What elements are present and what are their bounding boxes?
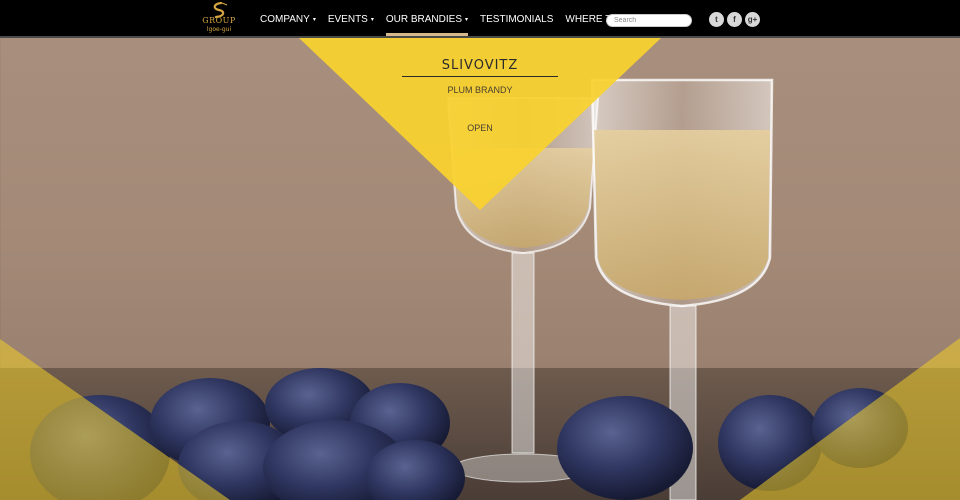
logo-wordmark: GROUP (202, 16, 236, 25)
google-plus-icon[interactable]: g+ (745, 12, 760, 27)
top-navbar: GROUP lgoe-gui COMPANY ▾ EVENTS ▾ OUR BRAN… (0, 0, 960, 38)
product-title: SLIVOVITZ (402, 58, 558, 77)
open-product-link[interactable]: OPEN (450, 123, 510, 133)
hero-banner: SLIVOVITZ PLUM BRANDY OPEN (0, 38, 960, 500)
brand-logo[interactable]: GROUP lgoe-gui (199, 2, 239, 35)
nav-item-our-brandies[interactable]: OUR BRANDIES ▾ (385, 0, 469, 38)
nav-item-label: TESTIMONIALS (480, 14, 554, 25)
nav-item-company[interactable]: COMPANY ▾ (260, 0, 316, 38)
search-input[interactable] (606, 14, 692, 27)
dropdown-caret-icon: ▾ (465, 17, 469, 23)
main-nav: COMPANY ▾ EVENTS ▾ OUR BRANDIES ▾ TESTIMONI… (260, 0, 654, 38)
facebook-icon[interactable]: f (727, 12, 742, 27)
dropdown-caret-icon: ▾ (312, 17, 316, 23)
nav-item-label: OUR BRANDIES (385, 14, 462, 25)
dropdown-caret-icon: ▾ (370, 17, 374, 23)
logo-subtext: lgoe-gui (206, 26, 232, 33)
nav-item-testimonials[interactable]: TESTIMONIALS (480, 0, 553, 38)
nav-item-label: EVENTS (327, 14, 368, 25)
nav-item-label: COMPANY (260, 14, 310, 25)
twitter-icon[interactable]: t (709, 12, 724, 27)
nav-item-events[interactable]: EVENTS ▾ (328, 0, 374, 38)
product-subtitle: PLUM BRANDY (447, 85, 513, 95)
